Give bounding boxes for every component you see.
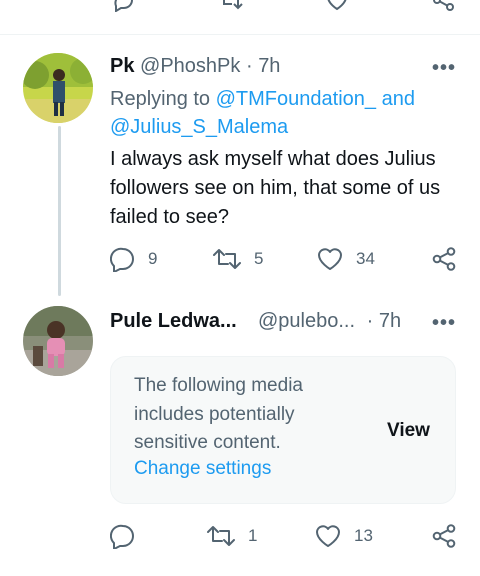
like-button[interactable]: 13	[314, 523, 373, 549]
user-handle[interactable]: @pulebo...	[258, 310, 355, 332]
share-icon	[432, 524, 456, 548]
tweet-header: Pk @PhoshPk · 7h	[110, 55, 280, 78]
change-settings-link[interactable]: Change settings	[134, 458, 271, 480]
tweet-header-meta: @pulebo... · 7h	[258, 310, 401, 333]
replying-to: Replying to @TMFoundation_ and	[110, 85, 415, 113]
replying-and[interactable]: and	[382, 88, 415, 110]
like-count: 34	[356, 249, 375, 268]
retweet-button[interactable]: 1	[206, 523, 257, 549]
mention-link[interactable]: @TMFoundation_	[216, 88, 376, 110]
tweet-divider	[0, 34, 480, 35]
share-icon	[432, 247, 456, 271]
more-options-icon[interactable]: •••	[432, 312, 456, 335]
avatar[interactable]	[23, 53, 93, 123]
reply-icon	[110, 247, 134, 272]
mention-link[interactable]: @Julius_S_Malema	[110, 116, 288, 138]
display-name[interactable]: Pule Ledwa...	[110, 310, 237, 332]
retweet-count: 5	[254, 249, 264, 268]
retweet-icon[interactable]	[218, 0, 244, 17]
view-button[interactable]: View	[387, 420, 430, 442]
replying-prefix: Replying to	[110, 88, 211, 110]
retweet-button[interactable]: 5	[212, 246, 263, 272]
user-handle[interactable]: @PhoshPk	[140, 55, 240, 77]
like-icon	[318, 248, 342, 270]
retweet-icon	[213, 249, 241, 269]
tweet-actions: 1 13	[0, 523, 480, 553]
share-button[interactable]	[431, 246, 457, 272]
like-button[interactable]: 34	[316, 246, 375, 272]
replying-to-second: @Julius_S_Malema	[110, 113, 288, 141]
display-name[interactable]: Pk	[110, 55, 134, 77]
timestamp[interactable]: 7h	[258, 55, 280, 77]
reply-icon	[110, 524, 134, 549]
reply-count: 9	[148, 249, 158, 268]
reply-icon[interactable]	[112, 0, 136, 17]
avatar[interactable]	[23, 306, 93, 376]
share-button[interactable]	[431, 523, 457, 549]
separator-dot: ·	[366, 310, 374, 332]
share-icon[interactable]	[432, 0, 456, 17]
reply-button[interactable]	[110, 523, 148, 549]
retweet-count: 1	[248, 526, 258, 545]
separator-dot: ·	[245, 55, 253, 77]
like-count: 13	[354, 526, 373, 545]
reply-button[interactable]: 9	[110, 246, 157, 272]
more-options-icon[interactable]: •••	[432, 57, 456, 80]
previous-tweet-actions	[0, 0, 480, 22]
tweet-header: Pule Ledwa...	[110, 310, 237, 333]
timestamp[interactable]: 7h	[379, 310, 401, 332]
sensitive-media-card[interactable]: The following media includes potentially…	[110, 356, 456, 504]
tweet-text: I always ask myself what does Julius fol…	[110, 148, 441, 228]
sensitive-media-warning: The following media includes potentially…	[134, 375, 303, 453]
retweet-icon	[207, 526, 235, 546]
like-icon	[316, 525, 340, 547]
like-icon[interactable]	[324, 0, 350, 17]
tweet-actions: 9 5 34	[0, 246, 480, 276]
